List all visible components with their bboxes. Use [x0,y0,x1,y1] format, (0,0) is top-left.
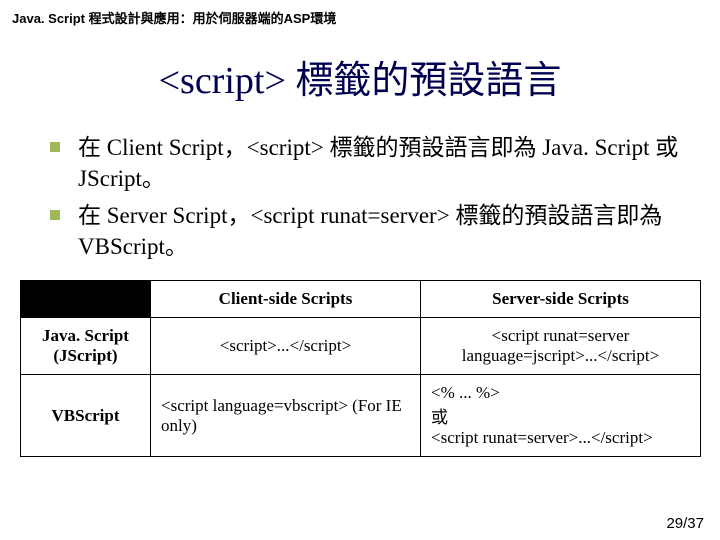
table-row: VBScript <script language=vbscript> (For… [21,375,701,457]
bullet-list: 在 Client Script，<script> 標籤的預設語言即為 Java.… [50,132,690,262]
bullet-item: 在 Client Script，<script> 標籤的預設語言即為 Java.… [50,132,690,194]
row-label-vbscript: VBScript [21,375,151,457]
bullet-text: 在 Server Script，<script runat=server> 標籤… [78,200,690,262]
bullet-marker-icon [50,210,60,220]
page-number: 29/37 [666,515,704,532]
table-header-client: Client-side Scripts [151,281,421,318]
bullet-text: 在 Client Script，<script> 標籤的預設語言即為 Java.… [78,132,690,194]
table-row: Java. Script (JScript) <script>...</scri… [21,318,701,375]
comparison-table: Client-side Scripts Server-side Scripts … [20,280,701,457]
table-corner-cell [21,281,151,318]
table-header-row: Client-side Scripts Server-side Scripts [21,281,701,318]
slide-header: Java. Script 程式設計與應用：用於伺服器端的ASP環境 [0,0,720,31]
bullet-marker-icon [50,142,60,152]
row-label-jscript: Java. Script (JScript) [21,318,151,375]
cell-jscript-server: <script runat=server language=jscript>..… [421,318,701,375]
cell-vbscript-server: <% ... %> 或 <script runat=server>...</sc… [421,375,701,457]
cell-vbscript-client: <script language=vbscript> (For IE only) [151,375,421,457]
slide-title: <script> 標籤的預設語言 [0,49,720,104]
cell-jscript-client: <script>...</script> [151,318,421,375]
table-header-server: Server-side Scripts [421,281,701,318]
bullet-item: 在 Server Script，<script runat=server> 標籤… [50,200,690,262]
